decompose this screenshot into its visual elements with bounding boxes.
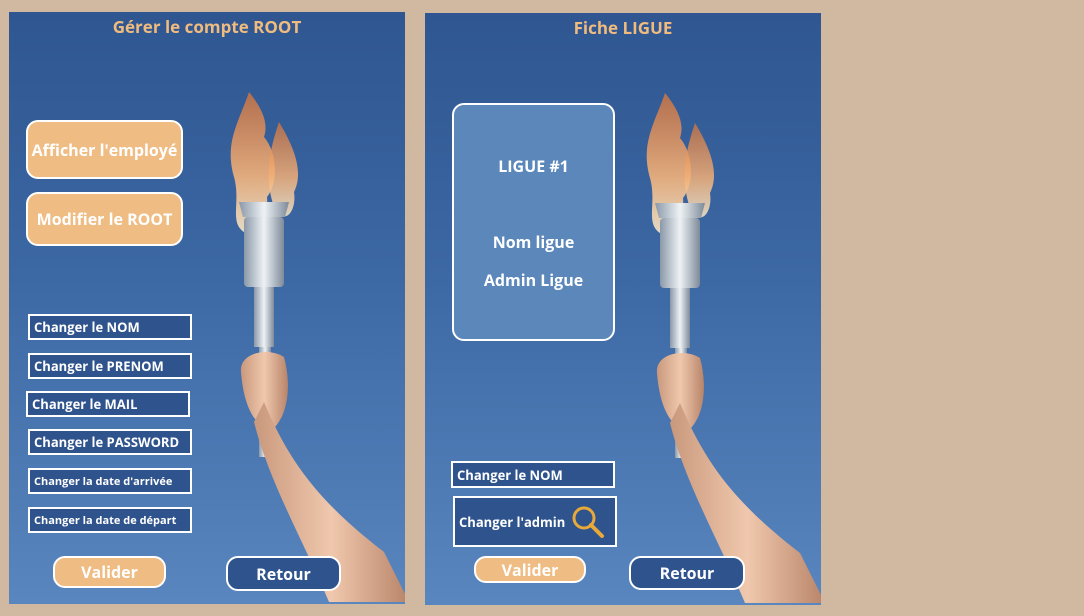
validate-button[interactable]: Valider: [53, 556, 166, 588]
search-icon: [572, 506, 605, 538]
league-sheet-panel: Fiche LIGUE LIGUE #1 Nom ligue Admin Lig…: [425, 13, 821, 605]
change-departure-date-button[interactable]: Changer la date de départ: [28, 507, 192, 533]
show-employee-button[interactable]: Afficher l'employé: [26, 120, 183, 179]
torch-illustration-icon: [230, 92, 405, 602]
change-lastname-button[interactable]: Changer le NOM: [28, 314, 192, 340]
validate-button[interactable]: Valider: [474, 556, 586, 583]
change-password-button[interactable]: Changer le PASSWORD: [28, 429, 192, 455]
back-button[interactable]: Retour: [629, 556, 745, 590]
change-league-name-button[interactable]: Changer le NOM: [451, 461, 615, 488]
change-admin-label: Changer l'admin: [459, 512, 566, 531]
modify-root-button[interactable]: Modifier le ROOT: [26, 192, 183, 246]
back-button[interactable]: Retour: [226, 556, 341, 591]
change-arrival-date-button[interactable]: Changer la date d'arrivée: [28, 468, 192, 494]
league-name-label: Nom ligue: [492, 231, 575, 253]
change-admin-button[interactable]: Changer l'admin: [453, 496, 617, 547]
league-id-label: LIGUE #1: [498, 155, 569, 177]
torch-illustration-icon: [646, 93, 821, 603]
league-panel-title: Fiche LIGUE: [573, 16, 673, 39]
league-info-card: LIGUE #1 Nom ligue Admin Ligue: [452, 103, 615, 341]
change-mail-button[interactable]: Changer le MAIL: [26, 391, 190, 417]
root-account-panel: Gérer le compte ROOT Afficher l'employé …: [9, 12, 405, 604]
league-admin-label: Admin Ligue: [483, 269, 584, 291]
root-panel-title: Gérer le compte ROOT: [112, 15, 302, 38]
change-firstname-button[interactable]: Changer le PRENOM: [28, 353, 192, 379]
